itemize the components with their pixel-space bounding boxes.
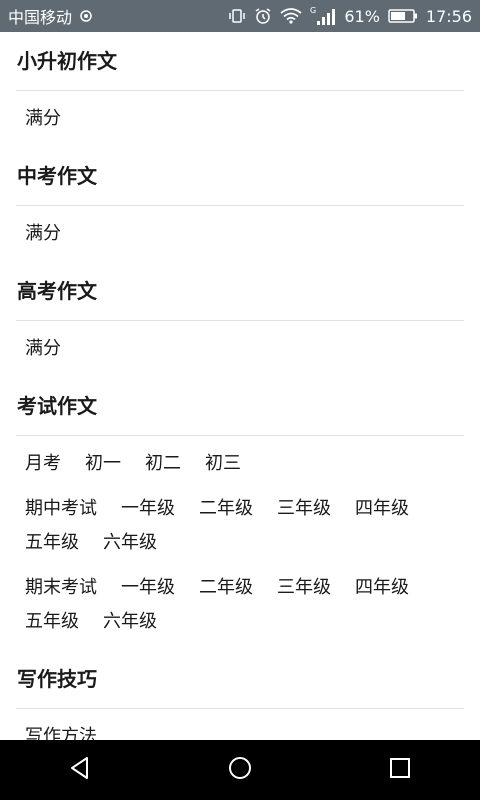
wifi-icon	[280, 8, 302, 24]
category-link[interactable]: 初三	[205, 447, 241, 481]
section-xiezuo: 写作技巧 写作方法	[16, 650, 464, 740]
section-kaoshi: 考试作文 月考 初一 初二 初三 期中考试 一年级 二年级 三年级 四年级 五年…	[16, 377, 464, 650]
status-bar: 中国移动 G 61% 17:56	[0, 0, 480, 32]
category-link[interactable]: 写作方法	[25, 720, 97, 740]
nav-recents-button[interactable]	[360, 740, 440, 800]
category-link[interactable]: 一年级	[121, 492, 175, 526]
category-link[interactable]: 三年级	[277, 492, 331, 526]
nav-back-button[interactable]	[40, 740, 120, 800]
category-link[interactable]: 期末考试	[25, 571, 97, 605]
category-link[interactable]: 六年级	[103, 605, 157, 639]
hotspot-icon	[78, 8, 94, 24]
section-title: 考试作文	[16, 377, 464, 436]
category-link[interactable]: 一年级	[121, 571, 175, 605]
category-link[interactable]: 四年级	[355, 571, 409, 605]
category-link[interactable]: 期中考试	[25, 492, 97, 526]
category-link[interactable]: 初二	[145, 447, 181, 481]
battery-icon	[388, 8, 418, 24]
battery-percent: 61%	[344, 6, 380, 26]
section-gaokao: 高考作文 满分	[16, 262, 464, 377]
category-link[interactable]: 满分	[25, 217, 61, 251]
recents-icon	[388, 756, 412, 784]
section-title: 写作技巧	[16, 650, 464, 709]
nav-home-button[interactable]	[200, 740, 280, 800]
category-link[interactable]: 月考	[25, 447, 61, 481]
section-title: 高考作文	[16, 262, 464, 321]
category-link[interactable]: 满分	[25, 332, 61, 366]
section-title: 小升初作文	[16, 32, 464, 91]
category-link[interactable]: 五年级	[25, 526, 79, 560]
alarm-icon	[254, 7, 272, 25]
category-link[interactable]: 三年级	[277, 571, 331, 605]
clock-time: 17:56	[425, 6, 472, 26]
category-link[interactable]: 二年级	[199, 492, 253, 526]
signal-icon: G	[310, 6, 336, 26]
category-link[interactable]: 二年级	[199, 571, 253, 605]
home-icon	[227, 755, 253, 785]
vibrate-icon	[228, 7, 246, 25]
navigation-bar	[0, 740, 480, 800]
carrier-name: 中国移动	[8, 8, 73, 27]
category-link[interactable]: 四年级	[355, 492, 409, 526]
section-zhongkao: 中考作文 满分	[16, 147, 464, 262]
category-link[interactable]: 满分	[25, 102, 61, 136]
back-icon	[67, 755, 93, 785]
category-link[interactable]: 六年级	[103, 526, 157, 560]
category-link[interactable]: 初一	[85, 447, 121, 481]
network-type-label: G	[310, 6, 316, 15]
section-title: 中考作文	[16, 147, 464, 206]
category-link[interactable]: 五年级	[25, 605, 79, 639]
section-xiaoshengchu: 小升初作文 满分	[16, 32, 464, 147]
content-list: 小升初作文 满分 中考作文 满分 高考作文 满分 考试作文 月考 初一 初二 初…	[0, 32, 480, 740]
